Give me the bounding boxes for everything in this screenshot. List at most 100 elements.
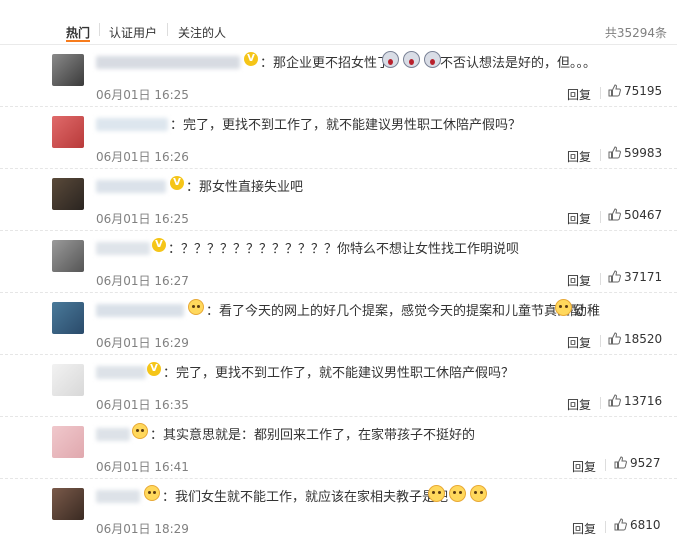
action-divider bbox=[600, 149, 601, 161]
like-count: 50467 bbox=[624, 208, 663, 222]
like-count: 75195 bbox=[624, 84, 663, 98]
comment-text-continued: 不否认想法是好的，但。。。 bbox=[440, 56, 597, 71]
thumbs-up-icon bbox=[608, 208, 621, 221]
tab-divider bbox=[99, 23, 100, 36]
avatar[interactable] bbox=[52, 302, 84, 334]
like-button[interactable]: 50467 bbox=[608, 208, 662, 222]
username-blurred[interactable] bbox=[96, 304, 184, 317]
thumbs-up-icon bbox=[608, 332, 621, 345]
action-divider bbox=[600, 397, 601, 409]
action-divider bbox=[600, 335, 601, 347]
comment-text: ：那女性直接失业吧 bbox=[186, 180, 304, 195]
username-blurred[interactable] bbox=[96, 118, 168, 131]
verified-badge-icon: V bbox=[152, 238, 166, 252]
verified-badge-icon: V bbox=[170, 176, 184, 190]
comment-time: 06月01日 16:27 bbox=[96, 274, 189, 288]
verified-badge-icon: V bbox=[147, 362, 161, 376]
like-button[interactable]: 59983 bbox=[608, 146, 662, 160]
like-button[interactable]: 6810 bbox=[614, 518, 661, 532]
comment-text: ：那企业更不招女性了 bbox=[260, 56, 391, 71]
avatar[interactable] bbox=[52, 364, 84, 396]
reply-button[interactable]: 回复 bbox=[572, 458, 596, 475]
avatar[interactable] bbox=[52, 426, 84, 458]
like-button[interactable]: 37171 bbox=[608, 270, 662, 284]
username-blurred[interactable] bbox=[96, 56, 240, 69]
like-count: 37171 bbox=[624, 270, 663, 284]
grin-emoji-icon bbox=[555, 299, 572, 316]
comment-time: 06月01日 16:25 bbox=[96, 88, 189, 102]
comment-time: 06月01日 18:29 bbox=[96, 522, 189, 536]
tab-hot[interactable]: 热门 bbox=[66, 24, 91, 42]
avatar[interactable] bbox=[52, 54, 84, 86]
comment-item: V ：？？？？？？？？？？？？你特么不想让女性找工作明说呗 06月01日 16:… bbox=[0, 230, 677, 293]
thumbs-up-icon bbox=[614, 456, 627, 469]
like-count: 18520 bbox=[624, 332, 663, 346]
username-blurred[interactable] bbox=[96, 428, 130, 441]
action-divider bbox=[600, 87, 601, 99]
comment-time: 06月01日 16:26 bbox=[96, 150, 189, 164]
reply-button[interactable]: 回复 bbox=[567, 86, 591, 103]
action-divider bbox=[605, 459, 606, 471]
comment-text: ：？？？？？？？？？？？？你特么不想让女性找工作明说呗 bbox=[168, 242, 520, 257]
tab-verified-users[interactable]: 认证用户 bbox=[109, 24, 157, 41]
comment-total-count: 共35294条 bbox=[604, 26, 667, 40]
comment-time: 06月01日 16:25 bbox=[96, 212, 189, 226]
like-count: 59983 bbox=[624, 146, 663, 160]
action-divider bbox=[600, 211, 601, 223]
thumbs-up-icon bbox=[608, 84, 621, 97]
username-blurred[interactable] bbox=[96, 180, 166, 193]
comment-item: V ：那企业更不招女性了 不否认想法是好的，但。。。 06月01日 16:25 … bbox=[0, 44, 677, 107]
comment-time: 06月01日 16:41 bbox=[96, 460, 189, 474]
like-count: 13716 bbox=[624, 394, 663, 408]
reply-button[interactable]: 回复 bbox=[567, 148, 591, 165]
avatar[interactable] bbox=[52, 116, 84, 148]
comment-text: ：其实意思就是：都别回来工作了，在家带孩子不挺好的 bbox=[150, 428, 476, 443]
verified-badge-icon: V bbox=[244, 52, 258, 66]
reply-button[interactable]: 回复 bbox=[567, 334, 591, 351]
comment-item: V ：那女性直接失业吧 06月01日 16:25 回复 50467 bbox=[0, 168, 677, 231]
username-blurred[interactable] bbox=[96, 490, 140, 503]
thumbs-up-icon bbox=[614, 518, 627, 531]
shocked-emoji-icon bbox=[424, 51, 441, 68]
thumbs-up-icon bbox=[608, 146, 621, 159]
thumbs-up-icon bbox=[608, 270, 621, 283]
reply-button[interactable]: 回复 bbox=[567, 210, 591, 227]
like-button[interactable]: 13716 bbox=[608, 394, 662, 408]
avatar[interactable] bbox=[52, 488, 84, 520]
like-count: 6810 bbox=[630, 518, 661, 532]
comment-text: ：看了今天的网上的好几个提案，感觉今天的提案和儿童节真匹配 bbox=[206, 304, 584, 319]
action-divider bbox=[600, 273, 601, 285]
comment-text-continued: 幼稚 bbox=[574, 304, 601, 319]
grin-emoji-icon bbox=[470, 485, 487, 502]
like-button[interactable]: 18520 bbox=[608, 332, 662, 346]
avatar-emoji-icon bbox=[144, 485, 160, 501]
comment-text: ：完了，更找不到工作了，就不能建议男性职工休陪产假吗？ bbox=[163, 366, 515, 381]
reply-button[interactable]: 回复 bbox=[572, 520, 596, 537]
username-blurred[interactable] bbox=[96, 242, 150, 255]
comment-text: ：我们女生就不能工作，就应该在家相夫教子是吧 bbox=[162, 490, 449, 505]
thumbs-up-icon bbox=[608, 394, 621, 407]
comment-item: ：其实意思就是：都别回来工作了，在家带孩子不挺好的 06月01日 16:41 回… bbox=[0, 416, 677, 479]
avatar[interactable] bbox=[52, 240, 84, 272]
avatar-emoji-icon bbox=[188, 299, 204, 315]
username-blurred[interactable] bbox=[96, 366, 146, 379]
comment-item: V ：完了，更找不到工作了，就不能建议男性职工休陪产假吗？ 06月01日 16:… bbox=[0, 354, 677, 417]
reply-button[interactable]: 回复 bbox=[567, 272, 591, 289]
like-button[interactable]: 75195 bbox=[608, 84, 662, 98]
avatar[interactable] bbox=[52, 178, 84, 210]
tab-following[interactable]: 关注的人 bbox=[178, 24, 226, 41]
comment-tabs: 热门 认证用户 关注的人 共35294条 bbox=[0, 0, 677, 45]
shocked-emoji-icon bbox=[403, 51, 420, 68]
grin-emoji-icon bbox=[428, 485, 445, 502]
comment-time: 06月01日 16:35 bbox=[96, 398, 189, 412]
comment-time: 06月01日 16:29 bbox=[96, 336, 189, 350]
reply-button[interactable]: 回复 bbox=[567, 396, 591, 413]
comment-item: ：完了，更找不到工作了，就不能建议男性职工休陪产假吗？ 06月01日 16:26… bbox=[0, 106, 677, 169]
like-button[interactable]: 9527 bbox=[614, 456, 661, 470]
comment-item: ：我们女生就不能工作，就应该在家相夫教子是吧 06月01日 18:29 回复 6… bbox=[0, 478, 677, 540]
comment-item: ：看了今天的网上的好几个提案，感觉今天的提案和儿童节真匹配 幼稚 06月01日 … bbox=[0, 292, 677, 355]
avatar-emoji-icon bbox=[132, 423, 148, 439]
shocked-emoji-icon bbox=[382, 51, 399, 68]
action-divider bbox=[605, 521, 606, 533]
like-count: 9527 bbox=[630, 456, 661, 470]
